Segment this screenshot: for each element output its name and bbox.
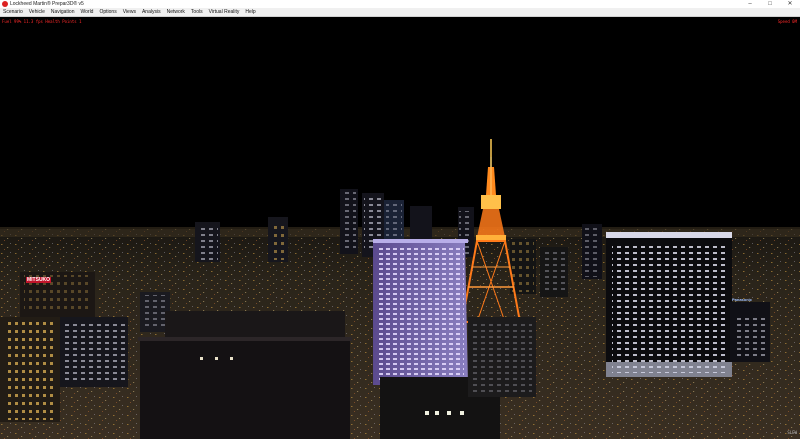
- distant-tower-1-lights: [197, 225, 218, 260]
- menu-navigation[interactable]: Navigation: [48, 8, 78, 16]
- distant-tower-10-lights: [542, 250, 566, 294]
- distant-tower-8-lights: [584, 227, 600, 277]
- minimize-button[interactable]: –: [740, 0, 760, 8]
- hud-status-left: Fuel 99% 11.3 fps Health Points 1: [2, 19, 82, 24]
- menu-views[interactable]: Views: [120, 8, 139, 16]
- mid-right-building: [468, 317, 536, 397]
- menu-help[interactable]: Help: [242, 8, 258, 16]
- window-controls: – □ ✕: [740, 0, 800, 8]
- menu-scenario[interactable]: Scenario: [0, 8, 26, 16]
- menu-bar: Scenario Vehicle Navigation World Option…: [0, 8, 800, 17]
- sign-mitsukoshi: MITSUKO: [26, 277, 52, 283]
- distant-tower-3-lights: [342, 192, 356, 250]
- app-icon: [2, 1, 8, 7]
- distant-tower-2-lights: [270, 222, 286, 260]
- menu-analysis[interactable]: Analysis: [139, 8, 164, 16]
- night-sky: [0, 17, 800, 229]
- menu-tools[interactable]: Tools: [188, 8, 206, 16]
- panasonic-building: [730, 302, 770, 362]
- menu-virtual-reality[interactable]: Virtual Reality: [206, 8, 243, 16]
- menu-options[interactable]: Options: [96, 8, 119, 16]
- window-title: Lockheed Martin® Prepar3D® v5: [10, 1, 84, 7]
- night-city-scene: [0, 17, 800, 439]
- maximize-button[interactable]: □: [760, 0, 780, 8]
- foreground-dark-building: [138, 311, 352, 439]
- distant-tower-9-lights: [512, 242, 534, 292]
- title-bar[interactable]: Lockheed Martin® Prepar3D® v5 – □ ✕: [0, 0, 800, 8]
- white-office-tower: [606, 232, 732, 377]
- sign-panasonic: Panasonic: [732, 297, 753, 302]
- left-white-building: [60, 317, 128, 387]
- left-yellow-building: [0, 317, 60, 422]
- menu-vehicle[interactable]: Vehicle: [26, 8, 48, 16]
- hud-status-right: Speed 0M: [777, 19, 797, 24]
- hud-slew-indicator: SLEW: [787, 430, 797, 435]
- menu-world[interactable]: World: [78, 8, 97, 16]
- close-button[interactable]: ✕: [780, 0, 800, 8]
- menu-network[interactable]: Network: [164, 8, 188, 16]
- purple-office-tower: [373, 239, 468, 385]
